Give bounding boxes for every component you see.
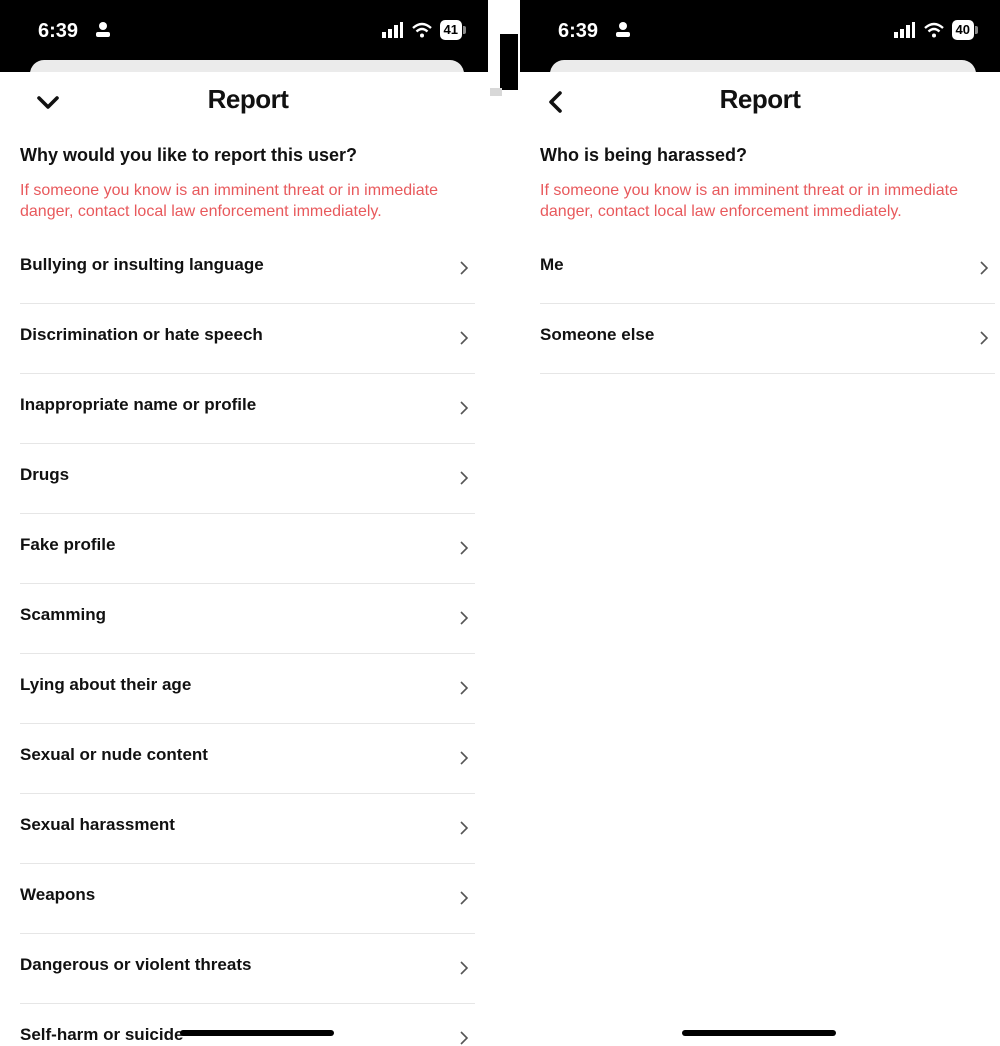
list-item-label: Drugs	[20, 465, 70, 484]
list-item-label: Bullying or insulting language	[20, 255, 264, 274]
person-icon	[96, 22, 110, 37]
list-item[interactable]: Lying about their age	[20, 653, 475, 724]
left-phone-screen: 6:39 41 Report Why would you like to rep…	[0, 0, 488, 1046]
chevron-right-icon	[460, 681, 469, 695]
list-item[interactable]: Me	[540, 233, 995, 304]
battery-icon: 41	[439, 20, 466, 40]
chevron-right-icon	[460, 611, 469, 625]
person-icon	[616, 22, 630, 37]
report-question: Why would you like to report this user?	[20, 145, 358, 165]
home-indicator[interactable]	[180, 1030, 334, 1036]
safety-warning: If someone you know is an imminent threa…	[20, 182, 438, 220]
right-phone-screen: 6:39 40 Report Who is being harassed? If…	[520, 0, 1000, 1046]
list-item[interactable]: Discrimination or hate speech	[20, 303, 475, 374]
chevron-right-icon	[460, 541, 469, 555]
chevron-right-icon	[460, 1031, 469, 1045]
wifi-icon	[923, 22, 944, 38]
list-item-label: Discrimination or hate speech	[20, 325, 263, 344]
chevron-right-icon	[460, 261, 469, 275]
list-item[interactable]: Drugs	[20, 443, 475, 514]
list-item-label: Inappropriate name or profile	[20, 395, 257, 414]
signal-icon	[893, 22, 915, 38]
status-indicators: 41	[381, 18, 466, 42]
list-item-label: Sexual or nude content	[20, 745, 208, 764]
page-title: Report	[719, 84, 801, 114]
chevron-right-icon	[460, 401, 469, 415]
report-question: Who is being harassed?	[540, 145, 748, 165]
list-item[interactable]: Sexual harassment	[20, 793, 475, 864]
list-item-label: Me	[540, 255, 564, 274]
list-item-label: Fake profile	[20, 535, 116, 554]
separator-mark	[500, 34, 518, 90]
list-item-label: Lying about their age	[20, 675, 192, 694]
list-item[interactable]: Fake profile	[20, 513, 475, 584]
chevron-right-icon	[460, 471, 469, 485]
battery-level: 41	[439, 20, 462, 40]
list-item-label: Weapons	[20, 885, 96, 904]
status-time: 6:39	[558, 20, 599, 42]
list-item[interactable]: Someone else	[540, 303, 995, 374]
signal-icon	[381, 22, 403, 38]
battery-tip	[975, 26, 978, 34]
list-item-label: Self-harm or suicide	[20, 1025, 184, 1044]
battery-tip	[463, 26, 466, 34]
list-item-label: Someone else	[540, 325, 655, 344]
safety-warning: If someone you know is an imminent threa…	[540, 182, 958, 220]
list-item[interactable]: Sexual or nude content	[20, 723, 475, 794]
battery-level: 40	[951, 20, 974, 40]
list-item[interactable]: Dangerous or violent threats	[20, 933, 475, 1004]
chevron-right-icon	[460, 751, 469, 765]
separator-shade	[490, 88, 502, 96]
list-item-label: Dangerous or violent threats	[20, 955, 252, 974]
chevron-right-icon	[460, 891, 469, 905]
home-indicator[interactable]	[682, 1030, 836, 1036]
chevron-right-icon	[980, 261, 989, 275]
page-title: Report	[207, 84, 289, 114]
list-item-label: Sexual harassment	[20, 815, 175, 834]
list-item[interactable]: Bullying or insulting language	[20, 233, 475, 304]
status-indicators: 40	[893, 18, 978, 42]
chevron-right-icon	[980, 331, 989, 345]
screen-separator	[488, 0, 520, 1046]
chevron-right-icon	[460, 821, 469, 835]
wifi-icon	[411, 22, 432, 38]
list-item[interactable]: Scamming	[20, 583, 475, 654]
status-time: 6:39	[38, 20, 79, 42]
list-item-label: Scamming	[20, 605, 106, 624]
list-item[interactable]: Inappropriate name or profile	[20, 373, 475, 444]
list-item[interactable]: Self-harm or suicide	[20, 1003, 475, 1046]
list-item[interactable]: Weapons	[20, 863, 475, 934]
chevron-right-icon	[460, 961, 469, 975]
battery-icon: 40	[951, 20, 978, 40]
chevron-right-icon	[460, 331, 469, 345]
